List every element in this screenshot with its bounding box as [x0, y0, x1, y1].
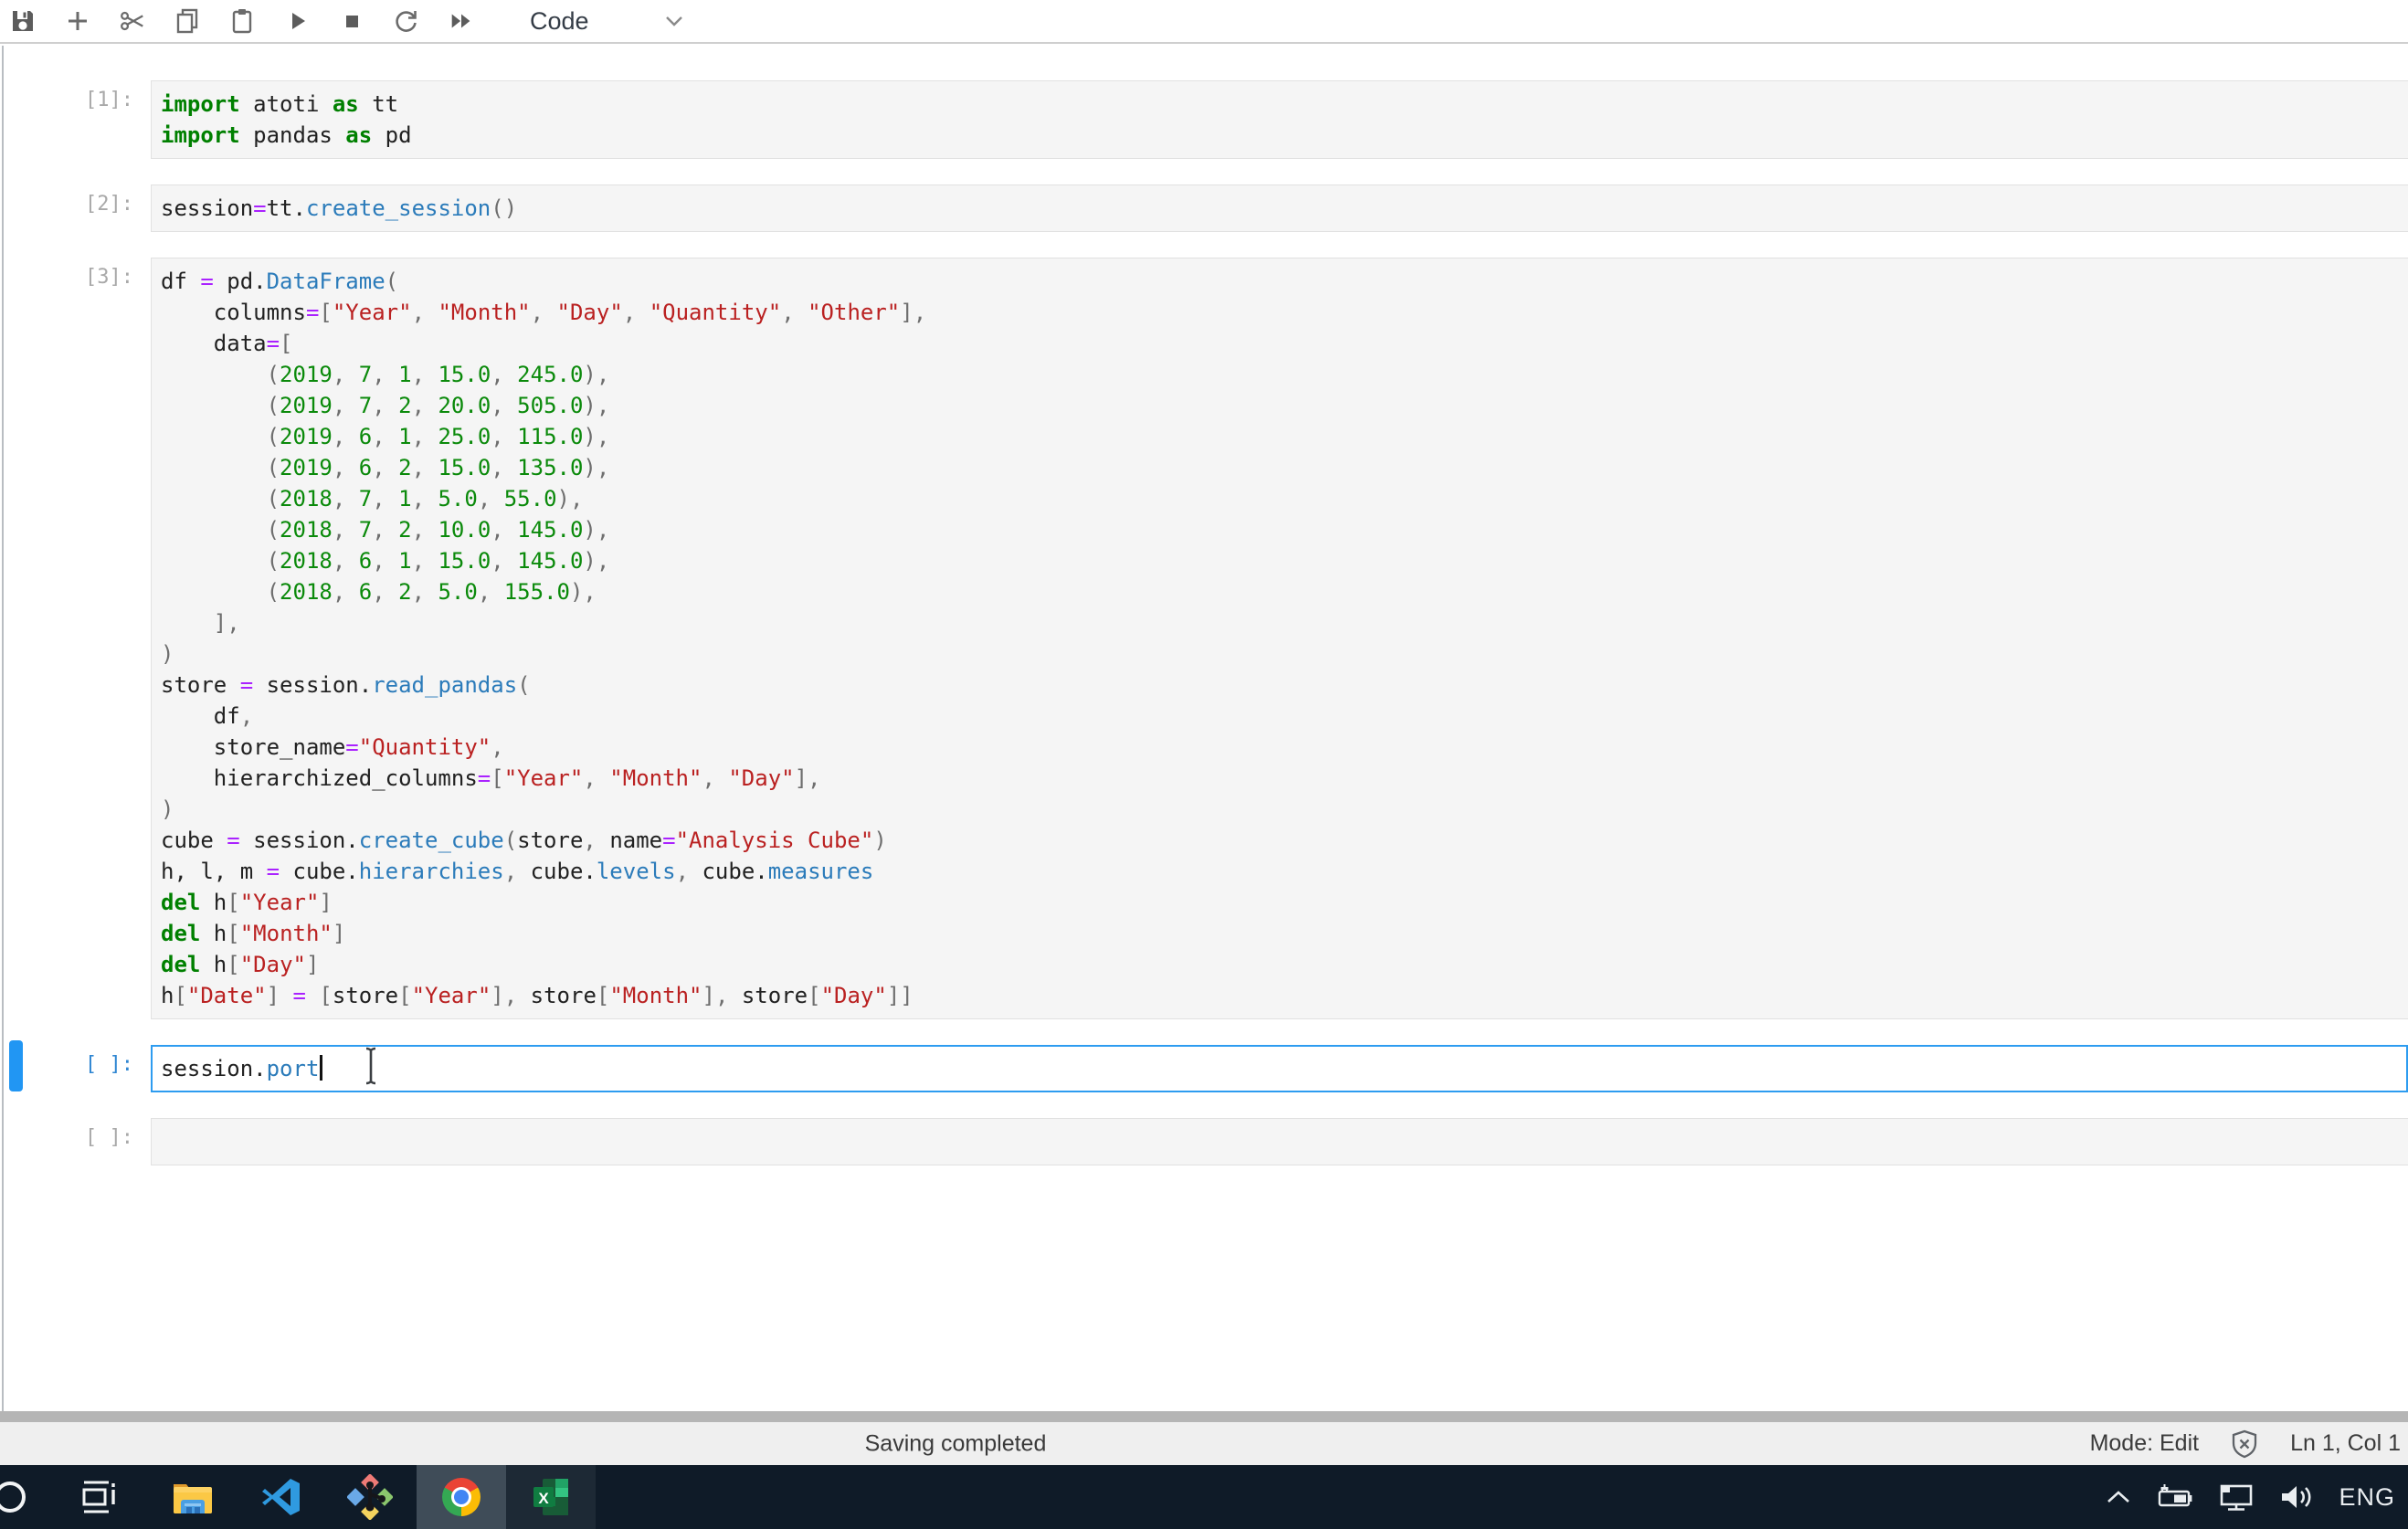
status-bar: Saving completed Mode: Edit Ln 1, Col 1 [0, 1422, 2408, 1465]
file-explorer-icon [170, 1477, 216, 1517]
notebook-cell: [ ]: session.port [0, 1045, 2408, 1092]
cell-prompt: [ ]: [85, 1118, 132, 1165]
restart-kernel-button[interactable] [393, 5, 420, 37]
cell-list: [1]: import atoti as ttimport pandas as p… [0, 46, 2408, 1165]
shield-x-icon [2230, 1429, 2259, 1459]
battery-status[interactable] [2156, 1483, 2194, 1511]
active-cell-collapser[interactable] [9, 1040, 23, 1091]
fast-forward-icon [448, 8, 475, 34]
horizontal-scrollbar[interactable] [0, 1411, 2408, 1422]
save-button[interactable] [9, 5, 37, 37]
git-extensions-icon [347, 1474, 393, 1520]
cell-prompt: [3]: [85, 258, 132, 1019]
excel-button[interactable]: X [506, 1465, 596, 1529]
cut-icon [119, 7, 146, 35]
notebook-cell: [3]: df = pd.DataFrame( columns=["Year", … [0, 258, 2408, 1019]
network-icon [2218, 1482, 2255, 1512]
cell-editor[interactable]: session=tt.create_session() [151, 185, 2408, 232]
notebook-panel: [1]: import atoti as ttimport pandas as p… [0, 46, 2408, 1411]
tray-expand-button[interactable] [2105, 1489, 2132, 1505]
cell-editor[interactable] [151, 1118, 2408, 1165]
chevron-down-icon [664, 15, 684, 27]
chrome-icon [442, 1478, 481, 1516]
language-indicator[interactable]: ENG [2339, 1483, 2395, 1512]
notebook-cell: [1]: import atoti as ttimport pandas as p… [0, 80, 2408, 159]
mouse-ibeam-cursor [364, 1047, 378, 1085]
notebook-cell: [ ]: [0, 1118, 2408, 1165]
cell-prompt: [2]: [85, 185, 132, 232]
windows-taskbar: X [0, 1465, 2408, 1529]
cell-type-dropdown[interactable]: Code [524, 6, 690, 37]
save-icon [9, 7, 37, 35]
excel-icon: X [530, 1477, 572, 1517]
cut-button[interactable] [119, 5, 146, 37]
paste-button[interactable] [228, 5, 256, 37]
vscode-button[interactable] [237, 1465, 326, 1529]
add-cell-button[interactable] [64, 5, 91, 37]
paste-icon [228, 7, 256, 35]
cell-editor[interactable]: df = pd.DataFrame( columns=["Year", "Mon… [151, 258, 2408, 1019]
add-cell-icon [65, 8, 90, 34]
panel-left-edge [2, 46, 4, 1411]
notebook-cell: [2]: session=tt.create_session() [0, 185, 2408, 232]
chrome-button[interactable] [417, 1465, 506, 1529]
cortana-button[interactable] [0, 1465, 37, 1529]
trust-indicator[interactable] [2230, 1429, 2259, 1459]
stop-button[interactable] [338, 5, 365, 37]
cell-prompt: [1]: [85, 80, 132, 159]
restart-kernel-icon [393, 7, 420, 35]
task-view-button[interactable] [55, 1465, 144, 1529]
cell-editor[interactable]: import atoti as ttimport pandas as pd [151, 80, 2408, 159]
text-caret [320, 1055, 322, 1081]
copy-button[interactable] [174, 5, 201, 37]
mode-indicator: Mode: Edit [2090, 1430, 2200, 1457]
run-button[interactable] [283, 5, 311, 37]
cursor-position-indicator[interactable]: Ln 1, Col 1 [2290, 1430, 2401, 1457]
volume-icon [2278, 1482, 2315, 1512]
jupyter-notebook-window: Code [1]: import atoti as ttimport pandas… [0, 0, 2408, 1529]
cell-editor[interactable]: session.port [151, 1045, 2408, 1092]
run-icon [284, 8, 310, 34]
system-tray: ENG [2105, 1465, 2408, 1529]
network-status[interactable] [2218, 1482, 2255, 1512]
cell-prompt: [ ]: [85, 1045, 132, 1092]
stop-icon [339, 8, 364, 34]
file-explorer-button[interactable] [148, 1465, 238, 1529]
task-view-icon [81, 1476, 118, 1518]
fast-forward-button[interactable] [448, 5, 475, 37]
cell-type-label: Code [530, 7, 589, 36]
svg-text:X: X [538, 1490, 549, 1507]
vscode-icon [259, 1475, 303, 1519]
cortana-icon [0, 1476, 31, 1518]
chevron-up-icon [2105, 1489, 2132, 1505]
save-status-text: Saving completed [865, 1430, 1047, 1457]
copy-icon [174, 7, 201, 35]
notebook-toolbar: Code [0, 0, 2408, 44]
volume-status[interactable] [2278, 1482, 2315, 1512]
battery-charging-icon [2156, 1483, 2194, 1511]
git-extensions-button[interactable] [325, 1465, 415, 1529]
